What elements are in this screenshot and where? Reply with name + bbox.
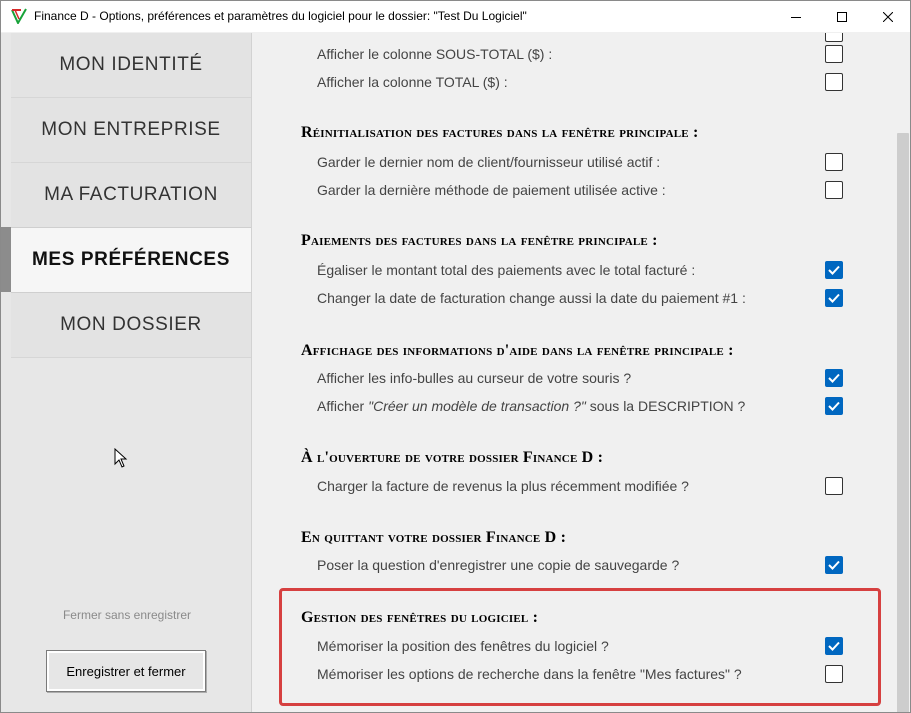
option-label: Charger la facture de revenus la plus ré… <box>317 478 689 494</box>
close-button[interactable] <box>865 1 910 32</box>
checkbox-load-recent-invoice[interactable] <box>825 477 843 495</box>
option-label: Changer la date de facturation change au… <box>317 290 746 306</box>
checkbox-keep-last-client[interactable] <box>825 153 843 171</box>
active-indicator <box>1 227 11 292</box>
section-title: Affichage des informations d'aide dans l… <box>301 342 734 359</box>
checkbox-show-total[interactable] <box>825 73 843 91</box>
sidebar-item-label: MON ENTREPRISE <box>41 119 221 140</box>
checkmark-icon <box>828 265 840 275</box>
checkmark-icon <box>828 293 840 303</box>
option-label: Garder le dernier nom de client/fourniss… <box>317 154 661 170</box>
checkmark-icon <box>828 560 840 570</box>
highlight-box <box>279 588 881 706</box>
option-label: Égaliser le montant total des paiements … <box>317 262 696 278</box>
option-label: Afficher les info-bulles au curseur de v… <box>317 370 632 386</box>
section-title: Réinitialisation des factures dans la fe… <box>301 124 699 141</box>
checkmark-icon <box>828 373 840 383</box>
option-label: Afficher "Créer un modèle de transaction… <box>317 398 746 414</box>
minimize-icon <box>791 16 801 18</box>
checkbox-ask-backup[interactable] <box>825 556 843 574</box>
window-title: Finance D - Options, préférences et para… <box>34 9 527 23</box>
sidebar-item-label: MES PRÉFÉRENCES <box>32 249 230 270</box>
scrollbar-thumb[interactable] <box>897 133 909 712</box>
close-without-saving-link[interactable]: Fermer sans enregistrer <box>1 608 253 622</box>
option-label: Garder la dernière méthode de paiement u… <box>317 182 666 198</box>
sidebar-item-facturation[interactable]: MA FACTURATION <box>11 163 251 228</box>
mouse-cursor-icon <box>114 448 128 468</box>
options-window: Finance D - Options, préférences et para… <box>0 0 911 713</box>
save-and-close-button[interactable]: Enregistrer et fermer <box>46 650 206 692</box>
option-label: Afficher la colonne TOTAL ($) : <box>317 74 508 90</box>
sidebar-item-label: MON IDENTITÉ <box>59 54 203 75</box>
checkbox-keep-last-payment-method[interactable] <box>825 181 843 199</box>
checkbox-equalize-payments[interactable] <box>825 261 843 279</box>
sidebar-item-label: MA FACTURATION <box>44 184 218 205</box>
checkbox-show-tooltips[interactable] <box>825 369 843 387</box>
sidebar-item-preferences[interactable]: MES PRÉFÉRENCES <box>11 227 251 293</box>
maximize-button[interactable] <box>819 1 865 32</box>
sidebar-item-dossier[interactable]: MON DOSSIER <box>11 293 251 358</box>
close-icon <box>883 11 893 22</box>
option-label: Poser la question d'enregistrer une copi… <box>317 557 680 573</box>
vertical-scrollbar[interactable] <box>896 33 910 712</box>
option-label: Afficher le colonne SOUS-TOTAL ($) : <box>317 46 553 62</box>
sidebar-item-label: MON DOSSIER <box>60 314 202 335</box>
checkbox-clipped[interactable] <box>825 33 843 42</box>
checkbox-show-template-prompt[interactable] <box>825 397 843 415</box>
title-bar: Finance D - Options, préférences et para… <box>1 1 910 32</box>
sidebar-item-entreprise[interactable]: MON ENTREPRISE <box>11 98 251 163</box>
app-logo-icon <box>11 8 27 24</box>
checkbox-show-subtotal[interactable] <box>825 45 843 63</box>
section-title: Paiements des factures dans la fenêtre p… <box>301 232 658 249</box>
checkbox-change-payment-date[interactable] <box>825 289 843 307</box>
maximize-icon <box>837 11 847 22</box>
section-title: En quittant votre dossier Finance D : <box>301 529 567 546</box>
minimize-button[interactable] <box>773 1 819 32</box>
section-title: À l'ouverture de votre dossier Finance D… <box>301 449 604 466</box>
checkmark-icon <box>828 401 840 411</box>
sidebar-item-identite[interactable]: MON IDENTITÉ <box>11 33 251 98</box>
